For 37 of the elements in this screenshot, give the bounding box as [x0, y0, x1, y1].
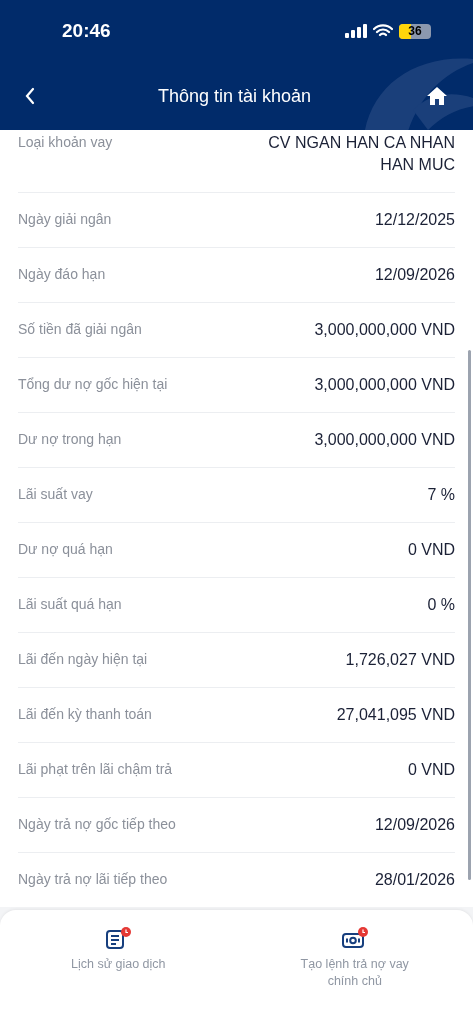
field-value: 0 VND — [407, 540, 455, 560]
field-value: 0 % — [427, 595, 455, 615]
field-label: Lãi đến ngày hiện tại — [18, 650, 148, 669]
field-label: Lãi phạt trên lãi chậm trả — [18, 760, 173, 779]
field-label: Dư nợ trong hạn — [18, 430, 122, 449]
field-label: Lãi đến kỳ thanh toán — [18, 705, 152, 724]
status-time: 20:46 — [62, 18, 111, 43]
home-button[interactable] — [425, 84, 449, 108]
field-label: Lãi suất quá hạn — [18, 595, 122, 614]
field-value: 3,000,000,000 VND — [314, 375, 455, 395]
field-value: 12/09/2026 — [374, 815, 455, 835]
field-label: Số tiền đã giải ngân — [18, 320, 142, 339]
field-value: 1,726,027 VND — [345, 650, 455, 670]
field-label: Ngày giải ngân — [18, 210, 112, 229]
action-button[interactable]: Tạo lệnh trả nợ vay chính chủ — [236, 926, 473, 990]
document-icon — [105, 926, 132, 950]
field-label: Ngày trả nợ gốc tiếp theo — [18, 815, 176, 834]
action-button[interactable]: Lịch sử giao dịch — [0, 926, 237, 973]
field-value: CV NGAN HAN CA NHAN HAN MUC — [267, 133, 455, 175]
signal-icon — [345, 24, 367, 38]
field-value: 12/09/2026 — [374, 265, 455, 285]
field-label: Ngày đáo hạn — [18, 265, 106, 284]
field-value: 28/01/2026 — [374, 870, 455, 890]
page-title: Thông tin tài khoản — [157, 84, 312, 108]
field-value: 0 VND — [407, 760, 455, 780]
field-value: 12/12/2025 — [374, 210, 455, 230]
wifi-icon — [373, 24, 393, 38]
field-label: Lãi suất vay — [18, 485, 93, 504]
field-value: 3,000,000,000 VND — [314, 320, 455, 340]
field-value: 7 % — [427, 485, 455, 505]
field-label: Loại khoản vay — [18, 133, 113, 152]
field-label: Dư nợ quá hạn — [18, 540, 113, 559]
field-label: Ngày trả nợ lãi tiếp theo — [18, 870, 168, 889]
field-value: 3,000,000,000 VND — [314, 430, 455, 450]
field-value: 27,041,095 VND — [336, 705, 455, 725]
cash-icon — [341, 926, 368, 950]
field-label: Tổng dư nợ gốc hiện tại — [18, 375, 168, 394]
